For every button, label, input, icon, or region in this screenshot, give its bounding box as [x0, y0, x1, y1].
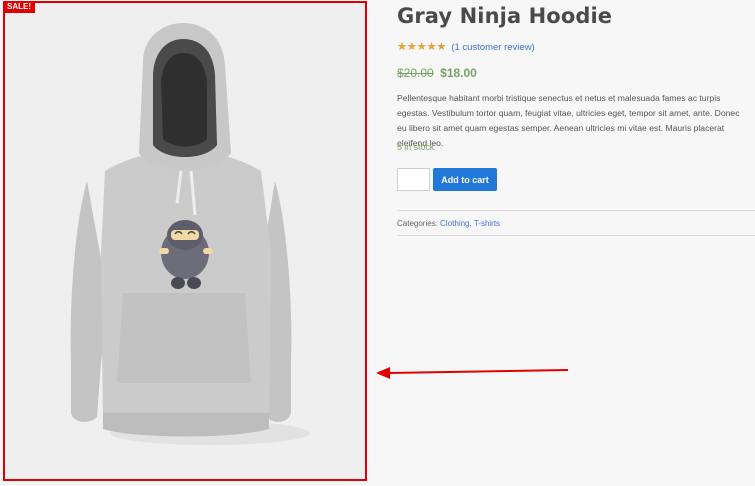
product-rating: ★★★★★ ★★★★★ (1 customer review) [397, 40, 535, 54]
product-short-description: Pellentesque habitant morbi tristique se… [397, 93, 740, 148]
stock-status: 5 in stock [397, 142, 435, 152]
quantity-input[interactable] [397, 168, 430, 191]
sale-price: $18.00 [440, 66, 477, 80]
product-meta: Categories: Clothing, T-shirts [397, 219, 500, 228]
product-title: Gray Ninja Hoodie [397, 4, 613, 28]
star-rating-fill: ★★★★★ [397, 41, 437, 53]
star-rating: ★★★★★ ★★★★★ [397, 41, 446, 53]
category-link-tshirts[interactable]: T-shirts [474, 219, 500, 228]
product-gallery[interactable]: SALE! [3, 1, 367, 481]
category-link-clothing[interactable]: Clothing [440, 219, 469, 228]
customer-review-link[interactable]: (1 customer review) [451, 42, 534, 53]
divider [397, 235, 755, 236]
regular-price: $20.00 [397, 66, 434, 80]
hoodie-product-image[interactable] [5, 3, 365, 479]
sale-badge: SALE! [3, 1, 35, 13]
categories-label: Categories: [397, 219, 438, 228]
product-price: $20.00 $18.00 [397, 64, 477, 82]
add-to-cart-button[interactable]: Add to cart [433, 168, 497, 191]
divider [397, 210, 755, 211]
annotation-arrow-icon [376, 367, 569, 379]
